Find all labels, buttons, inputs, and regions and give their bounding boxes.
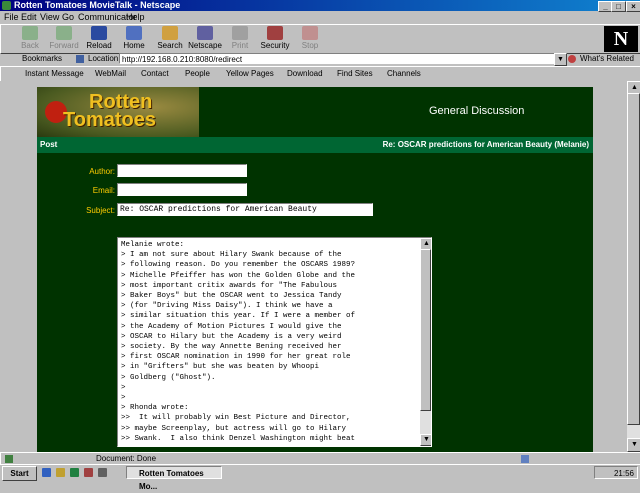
security-label: Security [260, 41, 290, 50]
window-title: Rotten Tomatoes MovieTalk - Netscape [14, 0, 181, 10]
security-status-icon [5, 455, 13, 463]
personal-toolbar: Instant Message WebMail Contact People Y… [0, 66, 640, 82]
url-input[interactable]: http://192.168.0.210:8080/redirect [119, 53, 555, 64]
message-scrollbar[interactable]: ▲ ▼ [420, 238, 431, 446]
system-tray: 21:56 [594, 466, 638, 479]
post-header-bar: Post Re: OSCAR predictions for American … [37, 137, 593, 153]
quicklaunch-ie-icon[interactable] [42, 468, 51, 477]
author-input[interactable] [117, 164, 247, 177]
forward-label: Forward [49, 41, 79, 50]
page-scroll-thumb[interactable] [627, 93, 640, 425]
author-label: Author: [89, 167, 115, 176]
location-icon [76, 55, 84, 63]
subject-input[interactable]: Re: OSCAR predictions for American Beaut… [117, 203, 373, 216]
email-input[interactable] [117, 183, 247, 196]
logo-line2: Tomatoes [63, 109, 156, 131]
clock[interactable]: 21:56 [614, 469, 634, 478]
forum-title: General Discussion [429, 105, 525, 117]
menu-view[interactable]: View [40, 12, 59, 23]
search-button[interactable]: Search [153, 26, 187, 52]
download-link[interactable]: Download [287, 67, 323, 81]
browser-viewport: Rotten Tomatoes General Discussion Post … [0, 81, 627, 452]
bookmarks-button[interactable]: Bookmarks [22, 52, 62, 66]
whats-related-icon [568, 55, 576, 63]
navigation-toolbar: Back Forward Reload Home Search Netscape… [0, 24, 640, 54]
stop-label: Stop [301, 41, 319, 50]
message-scroll-thumb[interactable] [420, 249, 431, 411]
message-text: Melanie wrote: > I am not sure about Hil… [121, 241, 356, 443]
message-scroll-down-button[interactable]: ▼ [420, 434, 431, 446]
channels-link[interactable]: Channels [387, 67, 421, 81]
security-lock-icon [267, 26, 283, 40]
contact-link[interactable]: Contact [141, 67, 169, 81]
windows-taskbar: Start Rotten Tomatoes Mo... 21:56 [0, 464, 640, 491]
start-label: Start [10, 469, 29, 478]
window-titlebar[interactable]: Rotten Tomatoes MovieTalk - Netscape _ □… [0, 0, 640, 12]
page-scrollbar[interactable]: ▲ ▼ [627, 81, 640, 452]
close-button[interactable]: × [626, 1, 640, 12]
print-button[interactable]: Print [223, 26, 257, 52]
menu-edit[interactable]: Edit [21, 12, 37, 23]
quicklaunch-app-icon[interactable] [84, 468, 93, 477]
home-icon [126, 26, 142, 40]
forum-page: Rotten Tomatoes General Discussion Post … [37, 87, 593, 452]
component-bar-icon[interactable] [521, 455, 529, 463]
url-dropdown-button[interactable]: ▼ [554, 53, 567, 66]
netscape-logo[interactable]: N [604, 26, 638, 52]
yellow-pages-link[interactable]: Yellow Pages [226, 67, 274, 81]
home-label: Home [123, 41, 145, 50]
maximize-button[interactable]: □ [611, 1, 626, 12]
netscape-icon [197, 26, 213, 40]
search-label: Search [157, 41, 183, 50]
message-textarea[interactable]: Melanie wrote: > I am not sure about Hil… [117, 237, 432, 447]
taskbar-window-label: Rotten Tomatoes Mo... [139, 469, 204, 491]
taskbar-netscape-window[interactable]: Rotten Tomatoes Mo... [126, 466, 222, 491]
people-link[interactable]: People [185, 67, 210, 81]
find-sites-link[interactable]: Find Sites [337, 67, 373, 81]
menu-help[interactable]: Help [126, 12, 145, 23]
location-label: Location: [88, 54, 121, 63]
page-scroll-down-button[interactable]: ▼ [627, 438, 640, 452]
forward-button[interactable]: Forward [47, 26, 81, 52]
instant-message-link[interactable]: Instant Message [25, 67, 84, 81]
location-bar: Bookmarks Location: http://192.168.0.210… [0, 52, 640, 66]
menu-file[interactable]: File [4, 12, 19, 23]
quicklaunch-desktop-icon[interactable] [98, 468, 107, 477]
reload-icon [91, 26, 107, 40]
whats-related-button[interactable]: What's Related [580, 52, 634, 66]
quicklaunch-outlook-icon[interactable] [56, 468, 65, 477]
forward-arrow-icon [56, 26, 72, 40]
netscape-window-icon [2, 1, 11, 10]
netscape-label: Netscape [188, 41, 222, 50]
webmail-link[interactable]: WebMail [95, 67, 126, 81]
back-label: Back [21, 41, 39, 50]
quicklaunch-netscape-icon[interactable] [70, 468, 79, 477]
home-button[interactable]: Home [117, 26, 151, 52]
back-button[interactable]: Back [13, 26, 47, 52]
email-label: Email: [92, 186, 115, 195]
print-icon [232, 26, 248, 40]
menu-go[interactable]: Go [62, 12, 74, 23]
post-label: Post [40, 140, 58, 149]
reload-label: Reload [86, 41, 112, 50]
menu-bar: File Edit View Go Communicator Help [0, 12, 640, 23]
rotten-tomatoes-logo[interactable]: Rotten Tomatoes [37, 87, 199, 137]
post-subject-header: Re: OSCAR predictions for American Beaut… [382, 140, 589, 149]
stop-icon [302, 26, 318, 40]
security-button[interactable]: Security [258, 26, 292, 52]
reload-button[interactable]: Reload [82, 26, 116, 52]
back-arrow-icon [22, 26, 38, 40]
site-banner: Rotten Tomatoes General Discussion [37, 87, 593, 137]
start-button[interactable]: Start [2, 466, 37, 481]
stop-button[interactable]: Stop [293, 26, 327, 52]
netscape-button[interactable]: Netscape [188, 26, 222, 52]
subject-label: Subject: [86, 206, 115, 215]
search-icon [162, 26, 178, 40]
print-label: Print [231, 41, 249, 50]
